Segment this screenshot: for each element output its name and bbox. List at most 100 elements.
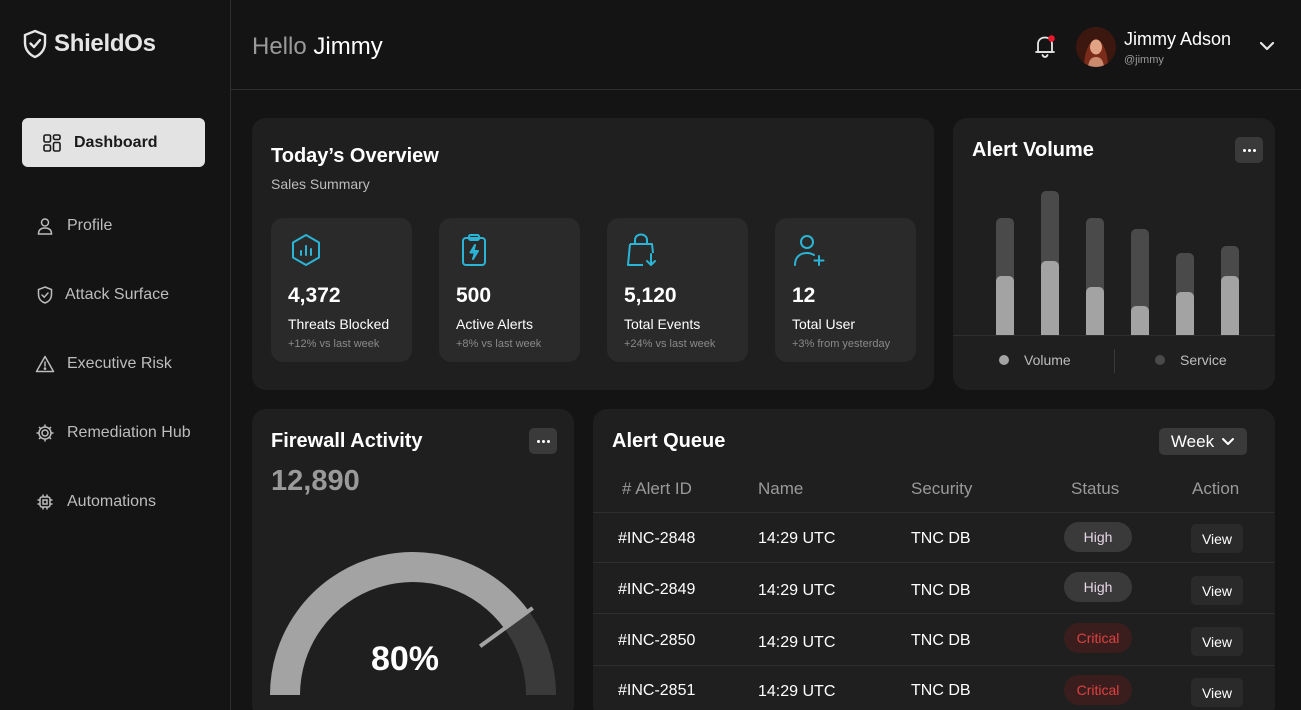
sidebar-item-dashboard[interactable]: Dashboard <box>22 118 205 167</box>
service-bar <box>996 218 1014 335</box>
firewall-more-button[interactable] <box>529 428 557 454</box>
column-header-status[interactable]: Status <box>1071 479 1119 499</box>
alert-queue-title: Alert Queue <box>612 430 726 452</box>
row-divider <box>593 562 1274 563</box>
period-select-value: Week <box>1170 431 1215 451</box>
view-button[interactable]: View <box>1191 627 1243 656</box>
legend-label: Volume <box>1024 352 1071 368</box>
stat-label: Threats Blocked <box>288 316 390 332</box>
chip-icon <box>37 494 53 509</box>
top-header: Hello Jimmy Jimmy Adson @jimmy <box>231 0 1301 90</box>
column-header-action[interactable]: Action <box>1192 479 1239 499</box>
status-badge: Critical <box>1064 675 1132 705</box>
shield-check-icon <box>37 285 53 304</box>
stat-card-total-events[interactable]: 5,120 Total Events +24% vs last week <box>607 218 748 362</box>
overview-title: Today’s Overview <box>271 145 439 167</box>
stat-change: +3% from yesterday <box>792 338 891 350</box>
cell-alert-id: #INC-2849 <box>618 581 696 598</box>
legend-label: Service <box>1180 352 1227 368</box>
view-button[interactable]: View <box>1191 678 1243 707</box>
column-header-name[interactable]: Name <box>758 479 803 499</box>
stat-value: 5,120 <box>624 284 677 307</box>
sidebar-item-label: Attack Surface <box>65 285 170 303</box>
avatar-image <box>1076 27 1116 67</box>
cell-security: TNC DB <box>911 632 971 649</box>
sidebar-item-attack-surface[interactable]: Attack Surface <box>22 270 205 319</box>
legend-item-volume: Volume <box>999 352 1071 368</box>
period-select[interactable]: Week <box>1159 428 1247 455</box>
shield-chart-icon <box>292 234 320 266</box>
sidebar-item-profile[interactable]: Profile <box>22 201 205 250</box>
service-bar <box>1176 253 1194 335</box>
sidebar-item-label: Profile <box>67 216 113 234</box>
bag-download-icon <box>627 233 656 266</box>
legend-swatch <box>1155 355 1165 365</box>
app-name: ShieldOs <box>54 30 156 57</box>
stat-value: 12 <box>792 284 816 307</box>
avatar[interactable] <box>1076 27 1116 67</box>
logo[interactable]: ShieldOs <box>22 29 156 59</box>
alert-volume-card: Alert Volume Volume Service <box>953 118 1275 390</box>
volume-bar <box>1041 261 1059 335</box>
user-icon <box>37 217 53 235</box>
sidebar-item-label: Dashboard <box>74 133 158 151</box>
stat-card-threats-blocked[interactable]: 4,372 Threats Blocked +12% vs last week <box>271 218 412 362</box>
column-header-alert-id[interactable]: # Alert ID <box>622 479 692 499</box>
sidebar-item-automations[interactable]: Automations <box>22 477 205 526</box>
sidebar-item-executive-risk[interactable]: Executive Risk <box>22 339 205 388</box>
firewall-value: 12,890 <box>271 465 360 497</box>
cell-name: 14:29 UTC <box>758 582 836 599</box>
cell-security: TNC DB <box>911 682 971 699</box>
status-badge: High <box>1064 572 1132 602</box>
view-button[interactable]: View <box>1191 576 1243 605</box>
cell-alert-id: #INC-2850 <box>618 632 696 649</box>
firewall-gauge <box>270 552 556 696</box>
overview-subtitle: Sales Summary <box>271 176 370 192</box>
status-badge: High <box>1064 522 1132 552</box>
volume-bar <box>996 276 1014 335</box>
stat-value: 500 <box>456 284 492 307</box>
stat-change: +8% vs last week <box>456 338 542 350</box>
alert-queue-card: Alert Queue Week # Alert ID Name Securit… <box>593 409 1275 710</box>
gear-icon <box>36 424 54 441</box>
legend-divider <box>1114 349 1115 373</box>
stat-value: 4,372 <box>288 284 341 307</box>
stat-card-active-alerts[interactable]: 500 Active Alerts +8% vs last week <box>439 218 580 362</box>
greeting-hello: Hello <box>252 33 307 60</box>
service-bar <box>1221 246 1239 335</box>
cell-alert-id: #INC-2848 <box>618 530 696 547</box>
alert-volume-chart <box>953 118 1275 336</box>
column-header-security[interactable]: Security <box>911 479 972 499</box>
firewall-title: Firewall Activity <box>271 430 423 452</box>
greeting: Hello Jimmy <box>252 33 383 61</box>
notification-bell-icon[interactable] <box>1033 33 1057 59</box>
stat-label: Total User <box>792 316 856 332</box>
sidebar-item-label: Remediation Hub <box>67 423 191 441</box>
legend-item-service: Service <box>1155 352 1227 368</box>
sidebar-item-label: Automations <box>67 492 156 510</box>
shield-logo-icon <box>23 29 47 59</box>
view-button[interactable]: View <box>1191 524 1243 553</box>
service-bar <box>1041 191 1059 335</box>
cell-name: 14:29 UTC <box>758 530 836 547</box>
volume-bar <box>1221 276 1239 335</box>
chevron-down-icon <box>1222 437 1235 445</box>
sidebar-item-label: Executive Risk <box>67 354 172 372</box>
firewall-card: Firewall Activity 12,890 80% <box>252 409 574 710</box>
stat-label: Total Events <box>624 316 701 332</box>
stat-label: Active Alerts <box>456 316 534 332</box>
chart-divider <box>953 335 1275 336</box>
service-bar <box>1131 229 1149 335</box>
stat-card-total-user[interactable]: 12 Total User +3% from yesterday <box>775 218 916 362</box>
cell-security: TNC DB <box>911 530 971 547</box>
chevron-down-icon[interactable] <box>1258 38 1276 54</box>
stat-change: +12% vs last week <box>288 338 380 350</box>
sidebar: ShieldOs Dashboard Profile Attack Surfac… <box>0 0 231 710</box>
warning-icon <box>35 355 55 372</box>
user-add-icon <box>794 235 825 266</box>
sidebar-item-remediation-hub[interactable]: Remediation Hub <box>22 408 205 457</box>
cell-alert-id: #INC-2851 <box>618 682 696 699</box>
volume-bar <box>1176 292 1194 335</box>
volume-bar <box>1086 287 1104 335</box>
stat-change: +24% vs last week <box>624 338 716 350</box>
